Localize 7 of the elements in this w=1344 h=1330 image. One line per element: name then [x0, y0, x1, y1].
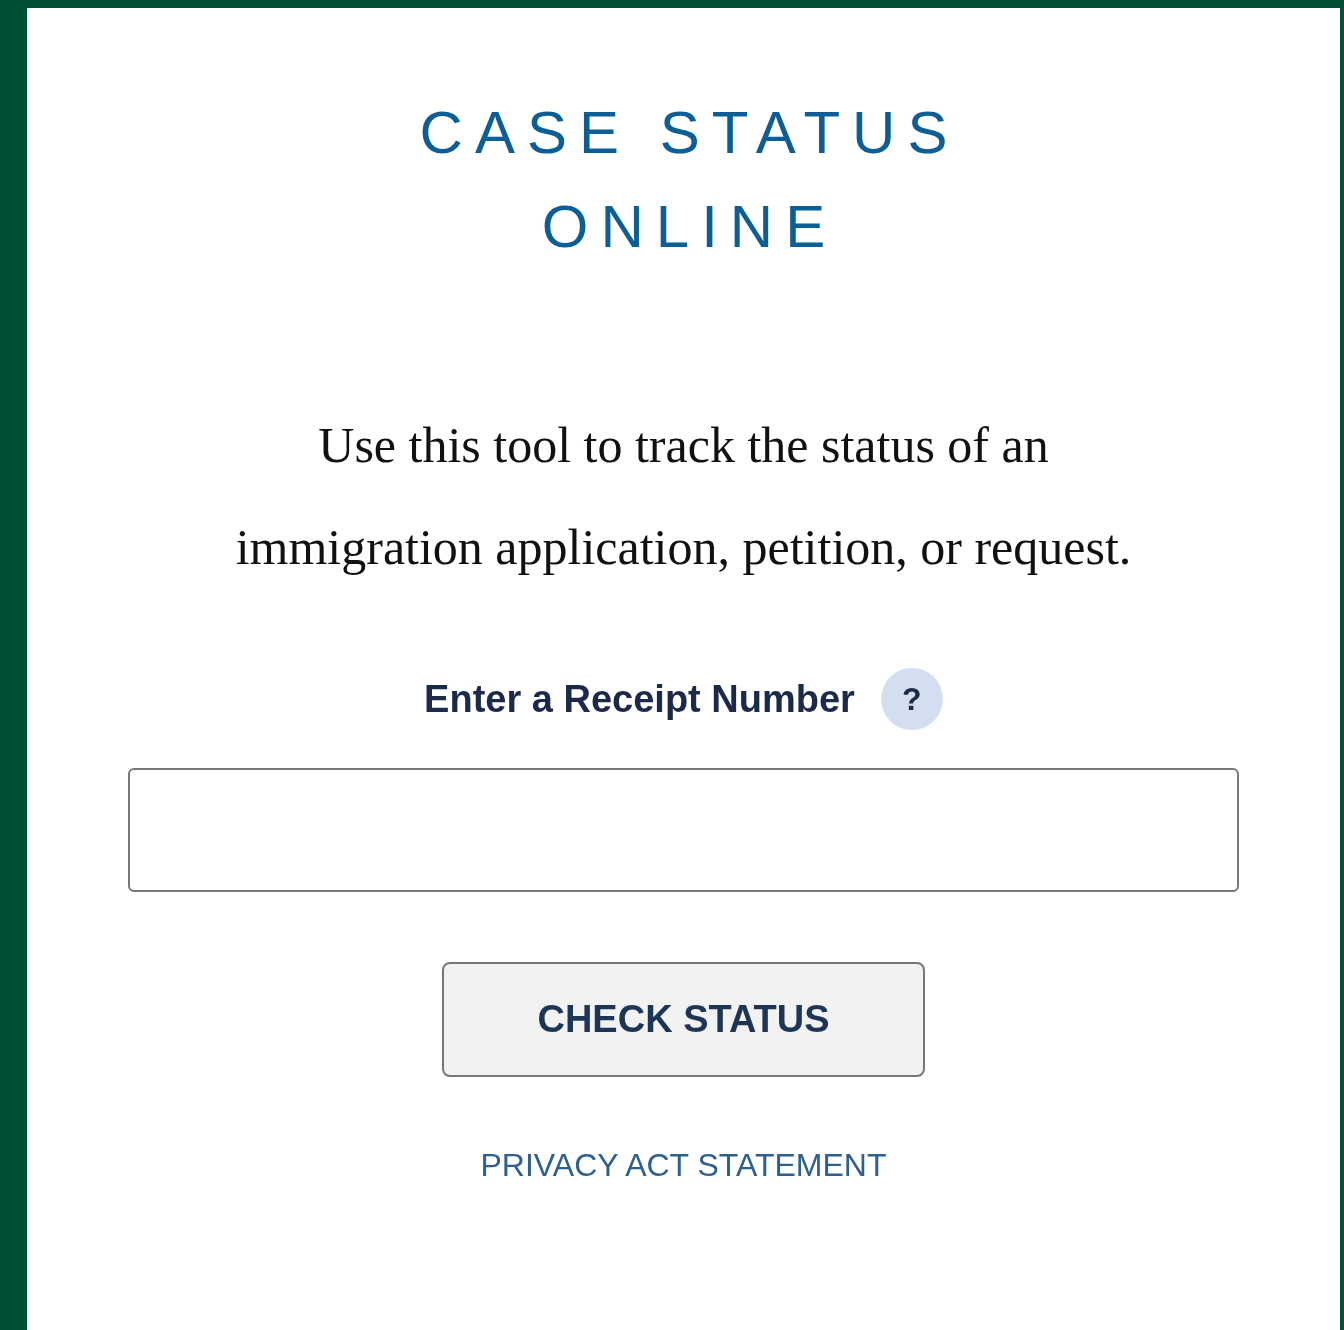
privacy-link[interactable]: PRIVACY ACT STATEMENT [480, 1147, 887, 1184]
help-button[interactable]: ? [880, 668, 943, 730]
receipt-input[interactable] [128, 768, 1239, 892]
page-title: CASE STATUS ONLINE [418, 98, 961, 262]
intro-text: Use this tool to track the status of an immigration application, petition, or request. [234, 416, 1133, 577]
check-status-button[interactable]: CHECK STATUS [442, 962, 925, 1077]
receipt-label: Enter a Receipt Number [424, 677, 855, 721]
